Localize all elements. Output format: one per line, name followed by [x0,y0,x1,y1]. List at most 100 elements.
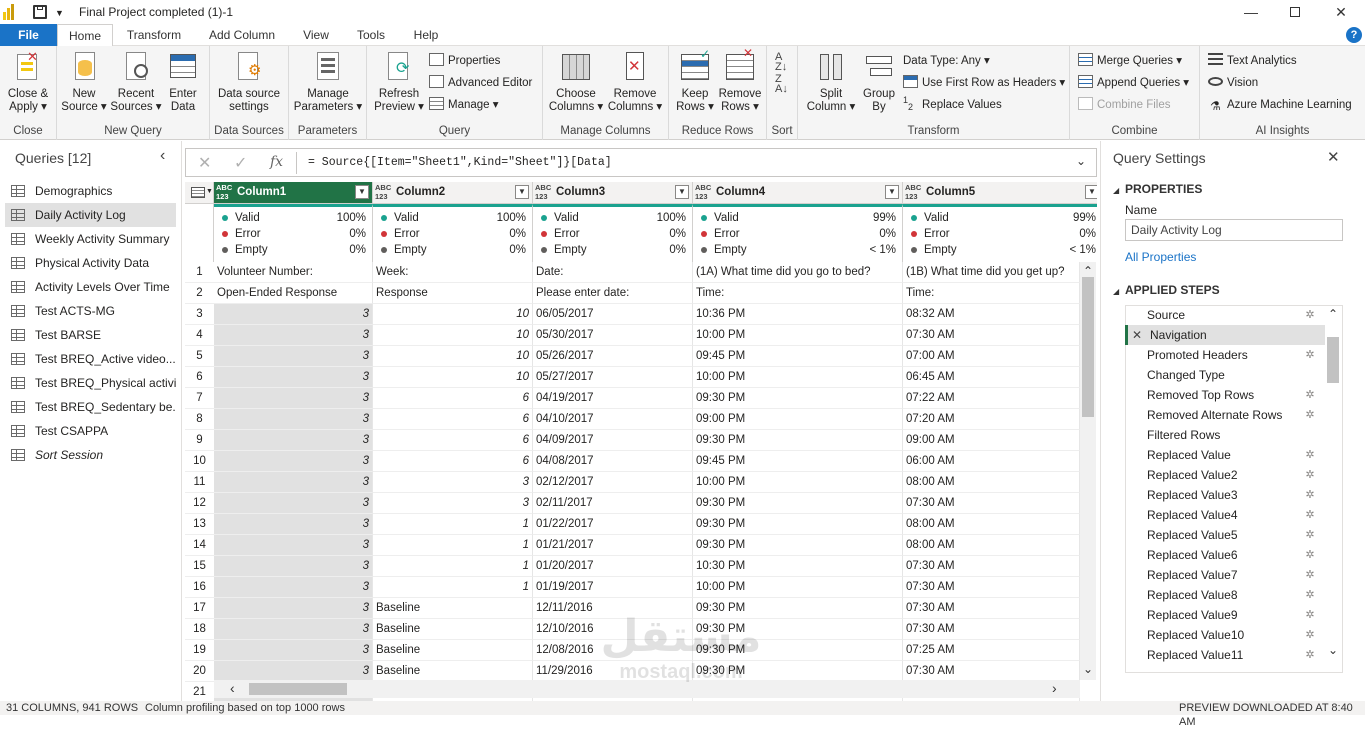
table-cell[interactable]: 3 [214,409,373,430]
table-cell[interactable]: 04/08/2017 [533,451,693,472]
step-settings-gear-icon[interactable]: ✲ [1304,349,1316,361]
table-cell[interactable]: 09:00 AM [903,430,1080,451]
row-number[interactable]: 11 [185,472,214,493]
table-cell[interactable]: 3 [214,451,373,472]
table-cell[interactable]: 10 [373,304,533,325]
table-cell[interactable]: 3 [373,493,533,514]
applied-step[interactable]: Replaced Value4 [1125,505,1325,525]
table-cell[interactable]: 10 [373,367,533,388]
table-cell[interactable]: 3 [214,430,373,451]
table-cell[interactable]: 3 [214,514,373,535]
applied-step[interactable]: Filtered Rows [1125,425,1325,445]
enter-data-button[interactable]: Enter Data [163,50,203,114]
table-cell[interactable]: Time: [903,283,1080,304]
query-item[interactable]: Test ACTS-MG [5,299,176,323]
step-settings-gear-icon[interactable]: ✲ [1304,549,1316,561]
table-cell[interactable]: 10:00 PM [693,472,903,493]
table-cell[interactable]: 07:30 AM [903,598,1080,619]
delete-step-icon[interactable]: ✕ [1132,325,1142,345]
applied-step[interactable]: Replaced Value10 [1125,625,1325,645]
maximize-icon[interactable] [1280,2,1310,22]
table-cell[interactable]: Baseline [373,661,533,682]
table-cell[interactable]: Week: [373,262,533,283]
advanced-editor-button[interactable]: Advanced Editor [429,73,532,93]
table-cell[interactable]: 3 [214,304,373,325]
query-item[interactable]: Test CSAPPA [5,419,176,443]
table-cell[interactable]: 04/10/2017 [533,409,693,430]
tab-home[interactable]: Home [57,24,113,47]
table-cell[interactable]: 10 [373,325,533,346]
all-properties-link[interactable]: All Properties [1125,250,1196,264]
table-cell[interactable]: 04/19/2017 [533,388,693,409]
table-cell[interactable]: 08:32 AM [903,304,1080,325]
table-cell[interactable]: 01/19/2017 [533,577,693,598]
table-cell[interactable]: 01/20/2017 [533,556,693,577]
type-any-icon[interactable]: ABC 123 [216,183,232,201]
table-cell[interactable]: 09:45 PM [693,346,903,367]
row-number[interactable]: 4 [185,325,214,346]
tab-transform[interactable]: Transform [120,24,188,46]
replace-values-button[interactable]: 1 2 Replace Values [903,95,1002,115]
row-number[interactable]: 6 [185,367,214,388]
table-cell[interactable]: 08:00 AM [903,472,1080,493]
table-cell[interactable]: Date: [533,262,693,283]
table-cell[interactable]: Please enter date: [533,283,693,304]
table-cell[interactable]: 10:00 PM [693,577,903,598]
sort-descending-icon[interactable]: Z A↓ [775,74,788,95]
table-cell[interactable]: 06:00 AM [903,451,1080,472]
column-header[interactable]: ABC 123 Column2 ▼ [373,182,533,204]
sort-ascending-icon[interactable]: A Z↓ [775,52,787,73]
table-cell[interactable]: 06/05/2017 [533,304,693,325]
row-number[interactable]: 3 [185,304,214,325]
table-cell[interactable]: 07:25 AM [903,640,1080,661]
table-cell[interactable]: 07:30 AM [903,661,1080,682]
table-cell[interactable]: (1B) What time did you get up? [903,262,1080,283]
steps-scrollbar[interactable]: ⌃ ⌄ [1325,307,1341,663]
column-header[interactable]: ABC 123 Column1 ▼ [214,182,373,204]
table-cell[interactable]: 1 [373,535,533,556]
close-settings-icon[interactable]: ✕ [1327,148,1340,166]
query-item[interactable]: Test BREQ_Physical activi... [5,371,176,395]
steps-scroll-thumb[interactable] [1327,337,1339,383]
type-any-icon[interactable]: ABC 123 [375,183,391,201]
column-filter-dropdown-icon[interactable]: ▼ [885,185,899,199]
table-cell[interactable]: 3 [373,472,533,493]
applied-step[interactable]: Replaced Value5 [1125,525,1325,545]
applied-step[interactable]: Replaced Value7 [1125,565,1325,585]
table-cell[interactable]: 6 [373,451,533,472]
applied-step[interactable]: Replaced Value2 [1125,465,1325,485]
step-settings-gear-icon[interactable]: ✲ [1304,609,1316,621]
horizontal-scroll-thumb[interactable] [249,683,347,695]
close-window-icon[interactable]: ✕ [1326,2,1356,22]
table-cell[interactable]: 09:30 PM [693,388,903,409]
table-cell[interactable]: (1A) What time did you go to bed? [693,262,903,283]
row-number[interactable]: 10 [185,451,214,472]
new-source-button[interactable]: New Source ▾ [59,50,109,114]
table-cell[interactable]: 07:30 AM [903,619,1080,640]
choose-columns-button[interactable]: Choose Columns ▾ [547,50,605,114]
table-cell[interactable]: 09:30 PM [693,514,903,535]
table-cell[interactable]: 07:30 AM [903,325,1080,346]
step-settings-gear-icon[interactable]: ✲ [1304,469,1316,481]
column-header[interactable]: ABC 123 Column3 ▼ [533,182,693,204]
table-cell[interactable]: 3 [214,346,373,367]
table-cell[interactable]: 07:30 AM [903,556,1080,577]
applied-steps-collapse-icon[interactable]: ◢ [1113,287,1119,296]
collapse-queries-chevron-icon[interactable]: ‹ [160,147,165,165]
column-filter-dropdown-icon[interactable]: ▼ [1085,185,1097,199]
table-cell[interactable]: 06:45 AM [903,367,1080,388]
table-cell[interactable]: 09:00 PM [693,409,903,430]
table-cell[interactable]: Volunteer Number: [214,262,373,283]
table-cell[interactable]: 09:30 PM [693,430,903,451]
data-source-settings-button[interactable]: ⚙ Data source settings [214,50,284,114]
step-settings-gear-icon[interactable]: ✲ [1304,409,1316,421]
minimize-icon[interactable]: — [1236,2,1266,22]
table-cell[interactable]: 08:00 AM [903,535,1080,556]
vertical-scroll-thumb[interactable] [1082,277,1094,417]
text-analytics-button[interactable]: Text Analytics [1208,51,1297,71]
group-by-button[interactable]: Group By [860,50,898,114]
table-cell[interactable]: 10:00 PM [693,367,903,388]
table-cell[interactable]: 10:30 PM [693,556,903,577]
applied-step[interactable]: Replaced Value6 [1125,545,1325,565]
query-item[interactable]: Daily Activity Log [5,203,176,227]
